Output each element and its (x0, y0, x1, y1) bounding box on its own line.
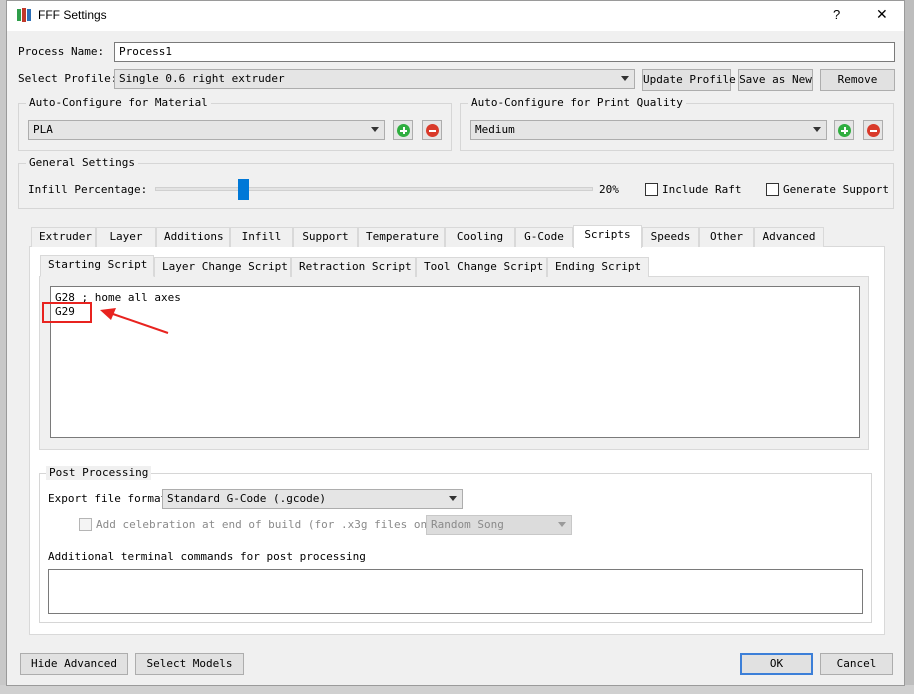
infill-slider-track[interactable] (155, 187, 593, 191)
generate-support-checkbox[interactable] (766, 183, 779, 196)
subtab-layer-change-script[interactable]: Layer Change Script (154, 257, 291, 277)
tab-g-code[interactable]: G-Code (515, 227, 573, 247)
export-format-label: Export file format (48, 492, 168, 505)
generate-support-label: Generate Support (783, 183, 889, 196)
material-select-value: PLA (33, 123, 53, 136)
chevron-down-icon (621, 76, 629, 81)
process-name-input[interactable]: Process1 (114, 42, 895, 62)
chevron-down-icon (558, 522, 566, 527)
infill-slider-thumb[interactable] (237, 179, 249, 200)
subtab-ending-script[interactable]: Ending Script (547, 257, 649, 277)
quality-group-title: Auto-Configure for Print Quality (468, 96, 686, 110)
tab-layer[interactable]: Layer (96, 227, 156, 247)
tab-support[interactable]: Support (293, 227, 358, 247)
remove-quality-button[interactable] (863, 120, 883, 140)
tab-infill[interactable]: Infill (230, 227, 293, 247)
quality-select[interactable]: Medium (470, 120, 827, 140)
terminal-commands-input[interactable] (48, 569, 863, 614)
close-icon[interactable]: ✕ (876, 6, 888, 23)
infill-percentage-value: 20% (599, 183, 619, 196)
add-quality-button[interactable] (834, 120, 854, 140)
export-format-value: Standard G-Code (.gcode) (167, 492, 326, 505)
add-material-button[interactable] (393, 120, 413, 140)
help-icon[interactable]: ? (833, 7, 840, 22)
minus-icon (867, 124, 880, 137)
annotation-highlight-box (42, 302, 92, 323)
update-profile-button[interactable]: Update Profile (642, 69, 736, 91)
tab-temperature[interactable]: Temperature (358, 227, 445, 247)
post-processing-title: Post Processing (46, 466, 152, 480)
export-format-select[interactable]: Standard G-Code (.gcode) (162, 489, 463, 509)
song-select[interactable]: Random Song (426, 515, 572, 535)
material-group-title: Auto-Configure for Material (26, 96, 211, 110)
remove-profile-button[interactable]: Remove (820, 69, 895, 91)
tab-speeds[interactable]: Speeds (642, 227, 699, 247)
title-bar (7, 1, 904, 31)
tab-extruder[interactable]: Extruder (31, 227, 96, 247)
infill-percentage-label: Infill Percentage: (28, 183, 148, 196)
background-app-bottom (0, 685, 914, 694)
tab-cooling[interactable]: Cooling (445, 227, 515, 247)
terminal-commands-label: Additional terminal commands for post pr… (48, 550, 366, 563)
chevron-down-icon (813, 127, 821, 132)
app-logo-icon (17, 8, 31, 22)
celebration-checkbox[interactable] (79, 518, 92, 531)
song-select-value: Random Song (431, 518, 504, 531)
chevron-down-icon (371, 127, 379, 132)
general-settings-group (18, 163, 894, 209)
select-models-button[interactable]: Select Models (135, 653, 244, 675)
cancel-button[interactable]: Cancel (820, 653, 893, 675)
celebration-label: Add celebration at end of build (for .x3… (96, 518, 447, 531)
subtab-retraction-script[interactable]: Retraction Script (291, 257, 416, 277)
process-name-label: Process Name: (18, 45, 105, 58)
subtab-starting-script[interactable]: Starting Script (40, 255, 154, 277)
profile-select-value: Single 0.6 right extruder (119, 72, 285, 85)
hide-advanced-button[interactable]: Hide Advanced (20, 653, 128, 675)
save-as-new-button[interactable]: Save as New (738, 69, 813, 91)
annotation-arrow-icon (100, 308, 169, 334)
chevron-down-icon (449, 496, 457, 501)
tab-advanced[interactable]: Advanced (754, 227, 824, 247)
general-settings-title: General Settings (26, 156, 138, 170)
tab-scripts[interactable]: Scripts (573, 225, 642, 248)
tab-other[interactable]: Other (699, 227, 754, 247)
background-app-right (905, 0, 914, 694)
include-raft-label: Include Raft (662, 183, 742, 196)
include-raft-checkbox[interactable] (645, 183, 658, 196)
subtab-tool-change-script[interactable]: Tool Change Script (416, 257, 547, 277)
plus-icon (838, 124, 851, 137)
tab-additions[interactable]: Additions (156, 227, 230, 247)
quality-select-value: Medium (475, 123, 515, 136)
select-profile-label: Select Profile: (18, 72, 118, 85)
material-select[interactable]: PLA (28, 120, 385, 140)
minus-icon (426, 124, 439, 137)
remove-material-button[interactable] (422, 120, 442, 140)
plus-icon (397, 124, 410, 137)
window-title: FFF Settings (38, 8, 107, 22)
ok-button[interactable]: OK (740, 653, 813, 675)
profile-select[interactable]: Single 0.6 right extruder (114, 69, 635, 89)
